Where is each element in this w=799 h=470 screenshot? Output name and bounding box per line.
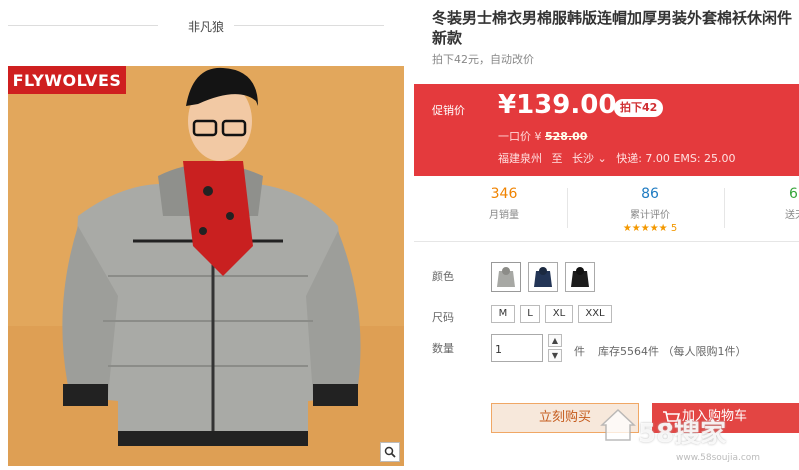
magnifier-icon[interactable] <box>380 442 400 462</box>
watermark-url: www.58soujia.com <box>676 453 761 463</box>
stats-bar: 346 月销量 86 累计评价 ★★★★★ 5 6 送天猫 <box>414 180 799 242</box>
quantity-decrement-button[interactable]: ▼ <box>548 349 562 362</box>
stat-tmall-points: 6 送天猫 <box>729 186 799 221</box>
promo-label: 促销价 <box>432 104 465 117</box>
quantity-increment-button[interactable]: ▲ <box>548 334 562 347</box>
rating-stars: ★★★★★ 5 <box>622 223 678 234</box>
divider <box>234 25 384 26</box>
original-price-row: 一口价 ¥ 528.00 <box>498 128 587 144</box>
product-title: 冬装男士棉衣男棉服韩版连帽加厚男装外套棉袄休闲件新款 <box>432 9 793 47</box>
stat-label: 送天猫 <box>785 210 799 221</box>
size-option-xxl[interactable]: XXL <box>578 305 612 323</box>
current-price: ¥139.00 <box>498 90 617 120</box>
shipping-row: 福建泉州 至 长沙 ⌄ 快递: 7.00 EMS: 25.00 <box>498 150 736 166</box>
size-option-l[interactable]: L <box>520 305 540 323</box>
product-subtitle: 拍下42元，自动改价 <box>432 53 534 66</box>
brand-header: 非凡狼 <box>8 10 404 40</box>
watermark-text: 58搜家 <box>638 419 727 449</box>
divider <box>567 188 568 228</box>
size-option-m[interactable]: M <box>491 305 515 323</box>
brand-name[interactable]: 非凡狼 <box>8 18 404 35</box>
ship-to-select[interactable]: 长沙 ⌄ <box>572 152 607 165</box>
stock-info: 库存5564件 （每人限购1件） <box>598 345 747 358</box>
brand-logo: FLYWOLVES <box>8 66 126 94</box>
original-price: 528.00 <box>545 130 588 143</box>
quantity-input[interactable]: 1 <box>491 334 543 362</box>
stat-label: 累计评价 <box>630 210 670 221</box>
stat-value: 6 <box>789 186 798 202</box>
original-price-prefix: 一口价 ¥ <box>498 130 542 143</box>
stat-monthly-sales: 346 月销量 <box>440 186 568 221</box>
size-option-xl[interactable]: XL <box>545 305 573 323</box>
stat-value: 86 <box>641 186 659 202</box>
stat-reviews[interactable]: 86 累计评价 ★★★★★ 5 <box>586 186 714 234</box>
discount-badge: 拍下42 <box>614 99 664 117</box>
stat-value: 346 <box>490 186 518 202</box>
size-label: 尺码 <box>432 311 454 324</box>
ship-from: 福建泉州 <box>498 152 542 165</box>
watermark: 58搜家 www.58soujia.com <box>598 397 799 470</box>
quantity-unit: 件 <box>574 345 585 358</box>
price-panel: 促销价 ¥139.00 拍下42 一口价 ¥ 528.00 福建泉州 至 长沙 … <box>414 84 799 176</box>
home-icon <box>600 408 636 441</box>
color-swatch-navy[interactable] <box>528 262 558 292</box>
divider <box>724 188 725 228</box>
color-swatch-grey[interactable] <box>491 262 521 292</box>
color-label: 颜色 <box>432 270 454 283</box>
ship-to-label: 至 <box>551 152 563 165</box>
shipping-cost: 快递: 7.00 EMS: 25.00 <box>616 152 736 165</box>
chevron-down-icon[interactable]: ⌄ <box>598 152 607 165</box>
stat-label: 月销量 <box>489 210 519 221</box>
ship-to-city[interactable]: 长沙 <box>572 152 594 165</box>
product-page: 非凡狼 FLYWOLVES 冬装男士棉衣男棉服韩版连帽加厚男装外套棉袄休闲件新款… <box>0 0 799 470</box>
quantity-label: 数量 <box>432 342 454 355</box>
product-main-image[interactable]: FLYWOLVES <box>8 66 404 466</box>
model-photo <box>8 66 404 466</box>
color-swatch-black[interactable] <box>565 262 595 292</box>
